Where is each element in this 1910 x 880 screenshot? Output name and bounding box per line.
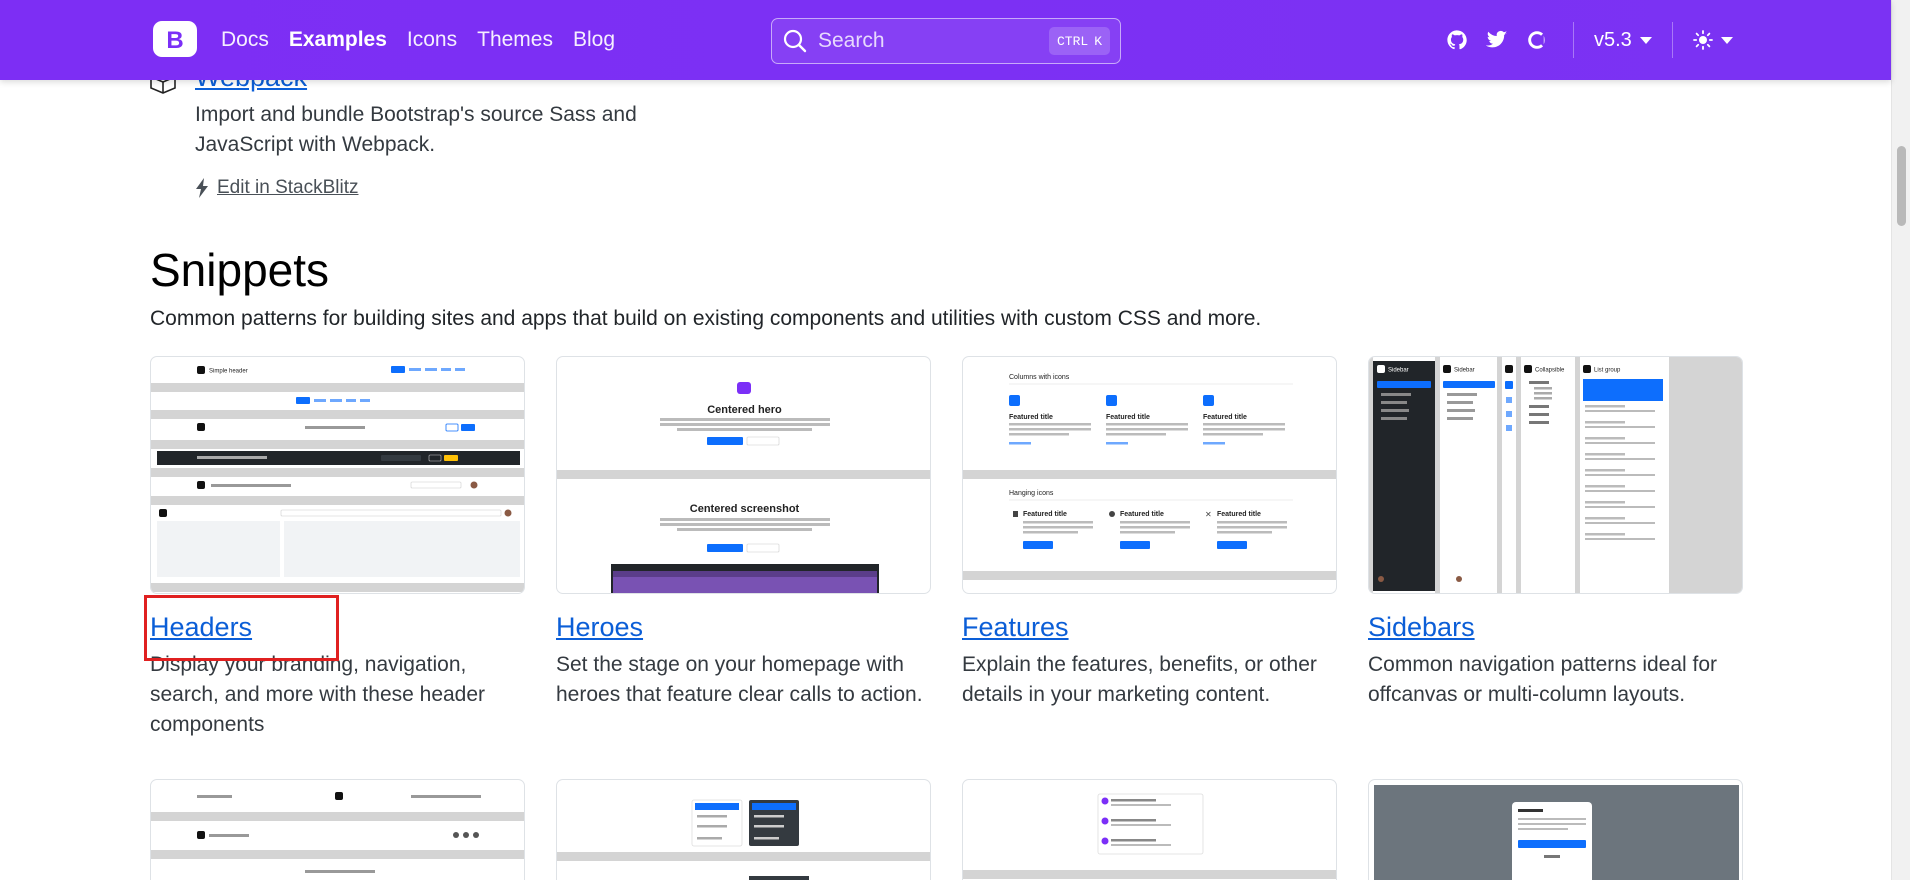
chevron-down-icon — [1639, 36, 1652, 44]
shortcut-key: K — [1094, 33, 1102, 49]
dropdowns-thumbnail[interactable] — [556, 779, 931, 880]
headers-description: Display your branding, navigation, searc… — [150, 653, 486, 736]
github-icon[interactable] — [1445, 28, 1469, 52]
nav-link-examples[interactable]: Examples — [289, 28, 387, 52]
nav-link-docs[interactable]: Docs — [221, 28, 269, 52]
modals-preview-image — [1374, 785, 1739, 880]
edit-stackblitz-label: Edit in StackBlitz — [217, 177, 359, 198]
features-link[interactable]: Features — [962, 612, 1069, 643]
headers-thumbnail[interactable]: Simple header — [150, 356, 525, 594]
thumb-list-group: List group — [1594, 368, 1621, 374]
features-thumbnail[interactable]: Columns with icons Featured title Featur… — [962, 356, 1337, 594]
thumb-feature-title: Featured title — [1120, 511, 1164, 518]
heroes-description: Set the stage on your homepage with hero… — [556, 653, 923, 706]
lightning-icon — [196, 178, 208, 198]
nav-right-group: v5.3 — [1445, 0, 1733, 80]
heroes-thumbnail[interactable]: Centered hero Centered screenshot — [556, 356, 931, 594]
sun-icon — [1692, 30, 1713, 50]
bootstrap-logo-icon[interactable]: B — [151, 19, 199, 59]
webpack-description: Import and bundle Bootstrap's source Sas… — [195, 103, 637, 156]
main-nav: Docs Examples Icons Themes Blog — [221, 0, 635, 80]
twitter-icon[interactable] — [1485, 28, 1509, 52]
sidebars-description: Common navigation patterns ideal for off… — [1368, 653, 1718, 706]
sidebars-preview-image: Sidebar Sidebar Collapsible List group — [1369, 357, 1742, 593]
thumb-hero2-title: Centered screenshot — [690, 503, 800, 515]
edit-stackblitz-link[interactable]: Edit in StackBlitz — [195, 177, 359, 199]
thumb-collapsible: Collapsible — [1535, 368, 1565, 374]
svg-text:✕: ✕ — [1205, 510, 1212, 519]
page-viewport: B Docs Examples Icons Themes Blog Search… — [0, 0, 1910, 880]
footers-preview-image — [151, 792, 524, 873]
sidebars-thumbnail[interactable]: Sidebar Sidebar Collapsible List group — [1368, 356, 1743, 594]
thumb-features-section2: Hanging icons — [1009, 490, 1054, 497]
thumb-feature-title: Featured title — [1217, 511, 1261, 518]
top-navbar: B Docs Examples Icons Themes Blog Search… — [0, 0, 1891, 80]
shortcut-mod: CTRL — [1056, 33, 1089, 49]
features-description: Explain the features, benefits, or other… — [962, 653, 1317, 706]
search-icon — [783, 29, 807, 53]
heroes-preview-image: Centered hero Centered screenshot — [557, 382, 930, 593]
thumb-simple-header: Simple header — [209, 369, 248, 375]
thumb-feature-title: Featured title — [1106, 414, 1150, 421]
nav-link-themes[interactable]: Themes — [477, 28, 553, 52]
page-scrollbar[interactable] — [1891, 0, 1910, 880]
list-groups-thumbnail[interactable] — [962, 779, 1337, 880]
opencollective-icon[interactable] — [1525, 28, 1549, 52]
sidebars-link[interactable]: Sidebars — [1368, 612, 1475, 643]
version-label: v5.3 — [1594, 28, 1632, 51]
snippets-lead: Common patterns for building sites and a… — [150, 307, 1262, 330]
modals-thumbnail[interactable] — [1368, 779, 1743, 880]
brand-letter: B — [166, 27, 183, 54]
version-dropdown[interactable]: v5.3 — [1594, 29, 1652, 52]
search-input[interactable]: Search CTRL K — [771, 18, 1121, 64]
headers-preview-image: Simple header — [151, 366, 524, 592]
thumb-sidebar-brand: Sidebar — [1454, 368, 1475, 374]
search-placeholder: Search — [818, 29, 885, 52]
dropdowns-preview-image — [557, 799, 930, 880]
features-preview-image: Columns with icons Featured title Featur… — [963, 374, 1336, 580]
search-shortcut: CTRL K — [1048, 27, 1110, 55]
thumb-feature-title: Featured title — [1023, 511, 1067, 518]
thumb-feature-title: Featured title — [1203, 414, 1247, 421]
nav-link-blog[interactable]: Blog — [573, 28, 615, 52]
list-groups-preview-image — [963, 793, 1336, 879]
heroes-link[interactable]: Heroes — [556, 612, 643, 643]
chevron-down-icon — [1720, 36, 1733, 44]
nav-divider — [1671, 22, 1673, 58]
footers-thumbnail[interactable] — [150, 779, 525, 880]
highlight-annotation — [144, 595, 339, 661]
snippets-heading: Snippets — [150, 244, 330, 296]
scrollbar-thumb[interactable] — [1897, 146, 1906, 226]
thumb-hero-title: Centered hero — [707, 404, 782, 416]
nav-divider — [1573, 22, 1574, 58]
thumb-sidebar-brand: Sidebar — [1388, 368, 1409, 374]
thumb-features-section1: Columns with icons — [1009, 374, 1070, 381]
nav-link-icons[interactable]: Icons — [407, 28, 457, 52]
theme-toggle-dropdown[interactable] — [1692, 30, 1733, 50]
thumb-feature-title: Featured title — [1009, 414, 1053, 421]
